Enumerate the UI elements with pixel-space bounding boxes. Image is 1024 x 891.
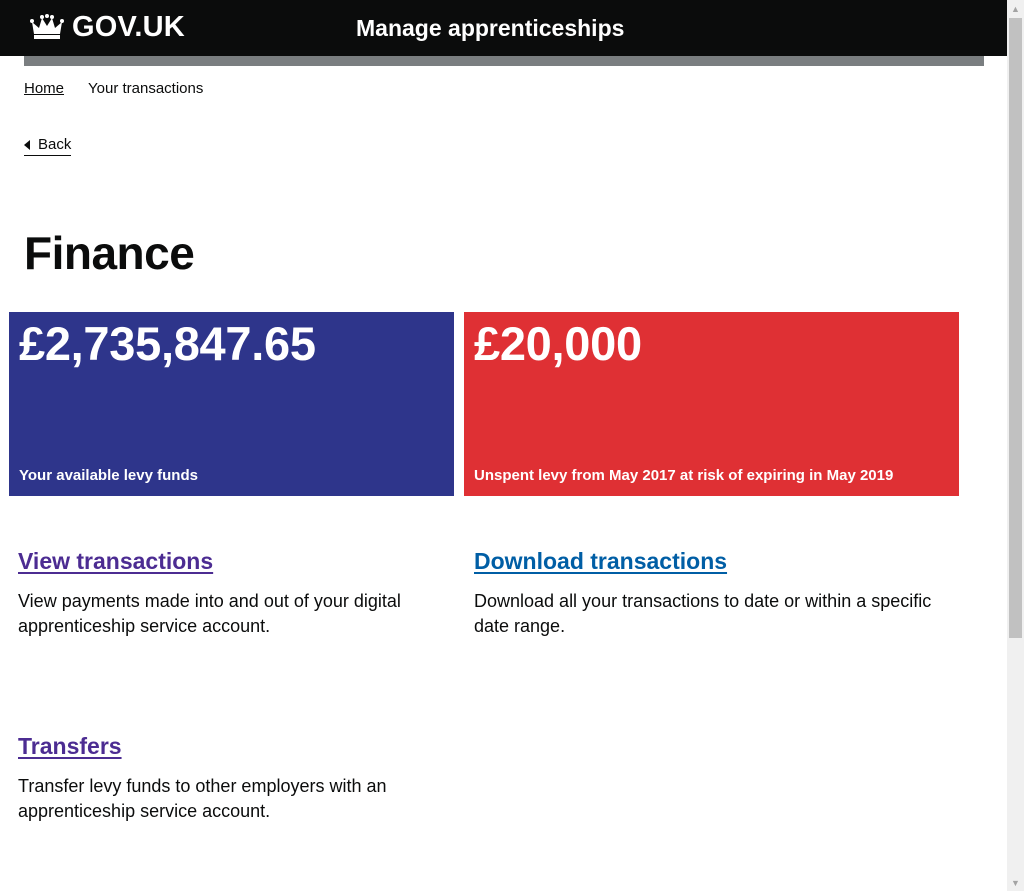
scroll-up-icon[interactable]: ▲ xyxy=(1007,0,1024,17)
breadcrumb-home-link[interactable]: Home xyxy=(24,80,64,97)
transfers-link[interactable]: Transfers xyxy=(18,733,122,760)
back-arrow-icon xyxy=(24,139,30,150)
breadcrumb: Home Your transactions xyxy=(24,80,203,97)
download-transactions-link[interactable]: Download transactions xyxy=(474,548,727,575)
site-header: GOV.UK Manage apprenticeships xyxy=(0,0,1007,56)
header-divider-bar xyxy=(24,56,984,66)
breadcrumb-current: Your transactions xyxy=(88,80,204,97)
logo-text: GOV.UK xyxy=(72,10,185,43)
view-transactions-link[interactable]: View transactions xyxy=(18,548,213,575)
download-transactions-description: Download all your transactions to date o… xyxy=(474,591,932,636)
page-title: Finance xyxy=(24,227,195,279)
view-transactions-description: View payments made into and out of your … xyxy=(18,591,401,636)
expiring-funds-amount: £20,000 xyxy=(474,317,642,370)
scroll-thumb[interactable] xyxy=(1009,18,1022,638)
vertical-scrollbar[interactable]: ▲ ▼ xyxy=(1007,0,1024,891)
back-link[interactable]: Back xyxy=(24,136,72,156)
expiring-funds-caption: Unspent levy from May 2017 at risk of ex… xyxy=(474,467,894,484)
scroll-down-icon[interactable]: ▼ xyxy=(1007,874,1024,891)
service-name[interactable]: Manage apprenticeships xyxy=(356,15,624,42)
page: GOV.UK Manage apprenticeships ▲ ▼ Home Y… xyxy=(0,0,1024,891)
govuk-logo-link[interactable]: GOV.UK xyxy=(30,10,185,44)
back-link-label: Back xyxy=(38,136,72,153)
transfers-description: Transfer levy funds to other employers w… xyxy=(18,776,387,821)
crown-icon xyxy=(30,14,64,39)
available-funds-panel: £2,735,847.65 Your available levy funds xyxy=(9,312,454,496)
download-transactions-section: Download transactions Download all your … xyxy=(474,548,954,639)
transfers-section: Transfers Transfer levy funds to other e… xyxy=(18,733,458,824)
expiring-funds-panel: £20,000 Unspent levy from May 2017 at ri… xyxy=(464,312,959,496)
available-funds-caption: Your available levy funds xyxy=(19,467,198,484)
available-funds-amount: £2,735,847.65 xyxy=(19,317,316,370)
view-transactions-section: View transactions View payments made int… xyxy=(18,548,458,639)
